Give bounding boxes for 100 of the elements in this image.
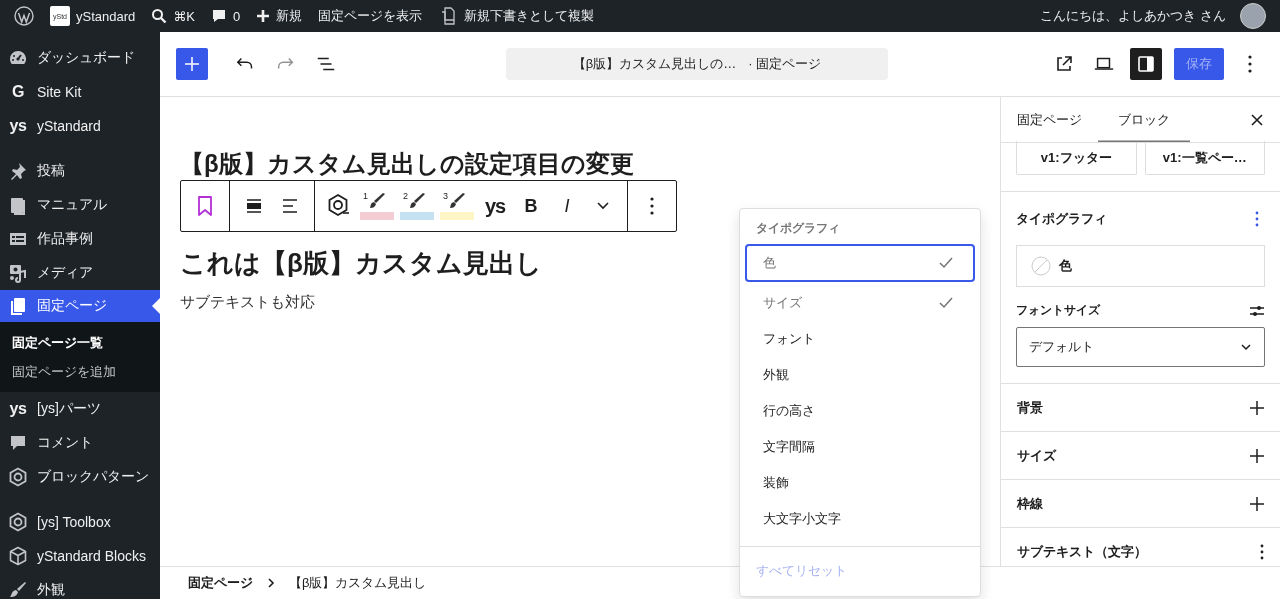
sidebar-item[interactable]: ブロックパターン bbox=[0, 460, 160, 494]
menu-item[interactable]: 色 bbox=[745, 244, 975, 282]
book-icon bbox=[8, 195, 28, 215]
menu-item[interactable]: 大文字小文字 bbox=[745, 501, 975, 537]
plus-icon bbox=[256, 9, 271, 23]
speech-bubble-icon bbox=[210, 8, 227, 24]
logo-mark: G bbox=[11, 83, 25, 101]
brush-icon bbox=[447, 192, 467, 210]
section-heading: タイポグラフィ bbox=[1016, 210, 1107, 228]
style-variation-button[interactable]: v1:フッター bbox=[1016, 141, 1137, 175]
ys-button[interactable]: ys bbox=[477, 182, 513, 230]
sidebar-tab[interactable]: 固定ページ bbox=[1001, 97, 1098, 142]
duplicate-label: 新規下書きとして複製 bbox=[464, 7, 595, 25]
settings-panel[interactable]: 背景 bbox=[1001, 384, 1280, 432]
brush-icon bbox=[407, 192, 427, 210]
document-type: · 固定ページ bbox=[748, 55, 822, 73]
external-link-icon bbox=[1054, 54, 1074, 74]
breadcrumb-item[interactable]: 固定ページ bbox=[188, 574, 253, 592]
sidebar-item[interactable]: 固定ページ bbox=[0, 290, 160, 322]
hexagon-icon bbox=[8, 467, 28, 487]
breadcrumb-item[interactable]: 【β版】カスタム見出し bbox=[289, 574, 427, 592]
logo-mark: ys bbox=[8, 400, 28, 418]
sidebar-item[interactable]: マニュアル bbox=[0, 188, 160, 222]
pages-icon bbox=[8, 296, 28, 316]
check-icon bbox=[939, 297, 953, 309]
menu-item[interactable]: 文字間隔 bbox=[745, 429, 975, 465]
style-variation-button[interactable]: v1:一覧ペー… bbox=[1144, 141, 1265, 175]
bookmark-icon bbox=[195, 195, 215, 217]
sidebar-item[interactable]: 外観 bbox=[0, 573, 160, 599]
menu-item[interactable]: 装飾 bbox=[745, 465, 975, 501]
italic-button[interactable]: I bbox=[549, 182, 585, 230]
sidebar-tab[interactable]: ブロック bbox=[1098, 97, 1190, 142]
menu-item[interactable]: 行の高さ bbox=[745, 393, 975, 429]
duplicate-link[interactable]: 新規下書きとして複製 bbox=[430, 0, 603, 32]
sidebar-item[interactable]: [ys] Toolbox bbox=[0, 505, 160, 539]
close-icon bbox=[1250, 112, 1264, 127]
subtext: サブテキストも対応 bbox=[180, 293, 315, 312]
sidebar-item[interactable]: ys [ys]パーツ bbox=[0, 392, 160, 426]
search-link[interactable]: ⌘K bbox=[143, 0, 203, 32]
menu-item[interactable]: 外観 bbox=[745, 357, 975, 393]
font-size-select[interactable]: デフォルト bbox=[1016, 327, 1265, 367]
plus-icon bbox=[1250, 448, 1264, 463]
page-title: 【β版】カスタム見出しの設定項目の変更 bbox=[180, 149, 634, 179]
submenu-item[interactable]: 固定ページ一覧 bbox=[0, 328, 160, 357]
plus-icon bbox=[184, 56, 200, 72]
comments-link[interactable]: 0 bbox=[202, 0, 249, 32]
highlighter-button[interactable]: 1 bbox=[357, 182, 397, 230]
account-link[interactable]: こんにちは、よしあかつき さん bbox=[1032, 0, 1274, 32]
sidebar-item[interactable]: メディア bbox=[0, 256, 160, 290]
submenu-item[interactable]: 固定ページを追加 bbox=[0, 357, 160, 386]
brush-icon bbox=[367, 192, 387, 210]
empty-swatch-icon bbox=[1031, 256, 1051, 276]
bold-button[interactable]: B bbox=[513, 182, 549, 230]
more-vertical-icon bbox=[1260, 543, 1264, 560]
sidebar-item[interactable]: yStandard Blocks bbox=[0, 539, 160, 573]
shortcut-label: ⌘K bbox=[173, 8, 195, 24]
settings-panel[interactable]: サブテキスト（文字） bbox=[1001, 528, 1280, 566]
sidebar-item[interactable]: コメント bbox=[0, 426, 160, 460]
plus-icon bbox=[1250, 400, 1264, 415]
check-icon bbox=[939, 257, 953, 269]
comment-count: 0 bbox=[232, 8, 241, 24]
sidebar-item[interactable]: 作品事例 bbox=[0, 222, 160, 256]
media-icon bbox=[8, 263, 28, 283]
color-setting[interactable]: 色 bbox=[1016, 245, 1265, 287]
hexagon-icon bbox=[8, 512, 28, 532]
new-label: 新規 bbox=[276, 7, 303, 25]
sidebar-item[interactable]: ダッシュボード bbox=[0, 41, 160, 75]
document-title-bar[interactable]: 【β版】カスタム見出しの… · 固定ページ bbox=[506, 48, 888, 80]
cube-icon bbox=[8, 546, 28, 566]
menu-item[interactable]: サイズ bbox=[745, 285, 975, 321]
menu-item[interactable]: フォント bbox=[745, 321, 975, 357]
brush-icon bbox=[8, 580, 28, 599]
hexagon-icon bbox=[326, 193, 352, 219]
heading: これは【β版】カスタム見出し bbox=[180, 247, 542, 280]
align-left-icon bbox=[280, 196, 300, 216]
greeting: こんにちは、よしあかつき さん bbox=[1040, 7, 1226, 25]
add-block-button[interactable] bbox=[176, 48, 208, 80]
logo-mark: ys bbox=[8, 117, 28, 135]
highlighter-button[interactable]: 3 bbox=[437, 182, 477, 230]
sidebar-item[interactable]: ys yStandard bbox=[0, 109, 160, 143]
more-vertical-icon bbox=[1248, 55, 1252, 73]
settings-panel[interactable]: サイズ bbox=[1001, 432, 1280, 480]
avatar bbox=[1240, 3, 1266, 29]
sidebar-icon bbox=[1136, 54, 1156, 74]
plus-icon bbox=[1250, 496, 1264, 511]
more-vertical-icon bbox=[1255, 211, 1259, 227]
view-page-link[interactable]: 固定ページを表示 bbox=[310, 0, 431, 32]
field-label: フォントサイズ bbox=[1016, 302, 1100, 319]
site-name: yStandard bbox=[76, 8, 136, 24]
highlighter-button[interactable]: 2 bbox=[397, 182, 437, 230]
sidebar-item[interactable]: 投稿 bbox=[0, 154, 160, 188]
more-vertical-icon bbox=[650, 197, 654, 215]
chevron-right-icon bbox=[267, 578, 275, 588]
sliders-icon bbox=[1249, 303, 1265, 318]
settings-toggle-button[interactable] bbox=[1130, 48, 1162, 80]
settings-panel[interactable]: 枠線 bbox=[1001, 480, 1280, 528]
new-content-link[interactable]: 新規 bbox=[248, 0, 311, 32]
sidebar-item[interactable]: G Site Kit bbox=[0, 75, 160, 109]
menu-heading: タイポグラフィ bbox=[755, 220, 841, 237]
chevron-down-icon bbox=[1240, 343, 1252, 351]
